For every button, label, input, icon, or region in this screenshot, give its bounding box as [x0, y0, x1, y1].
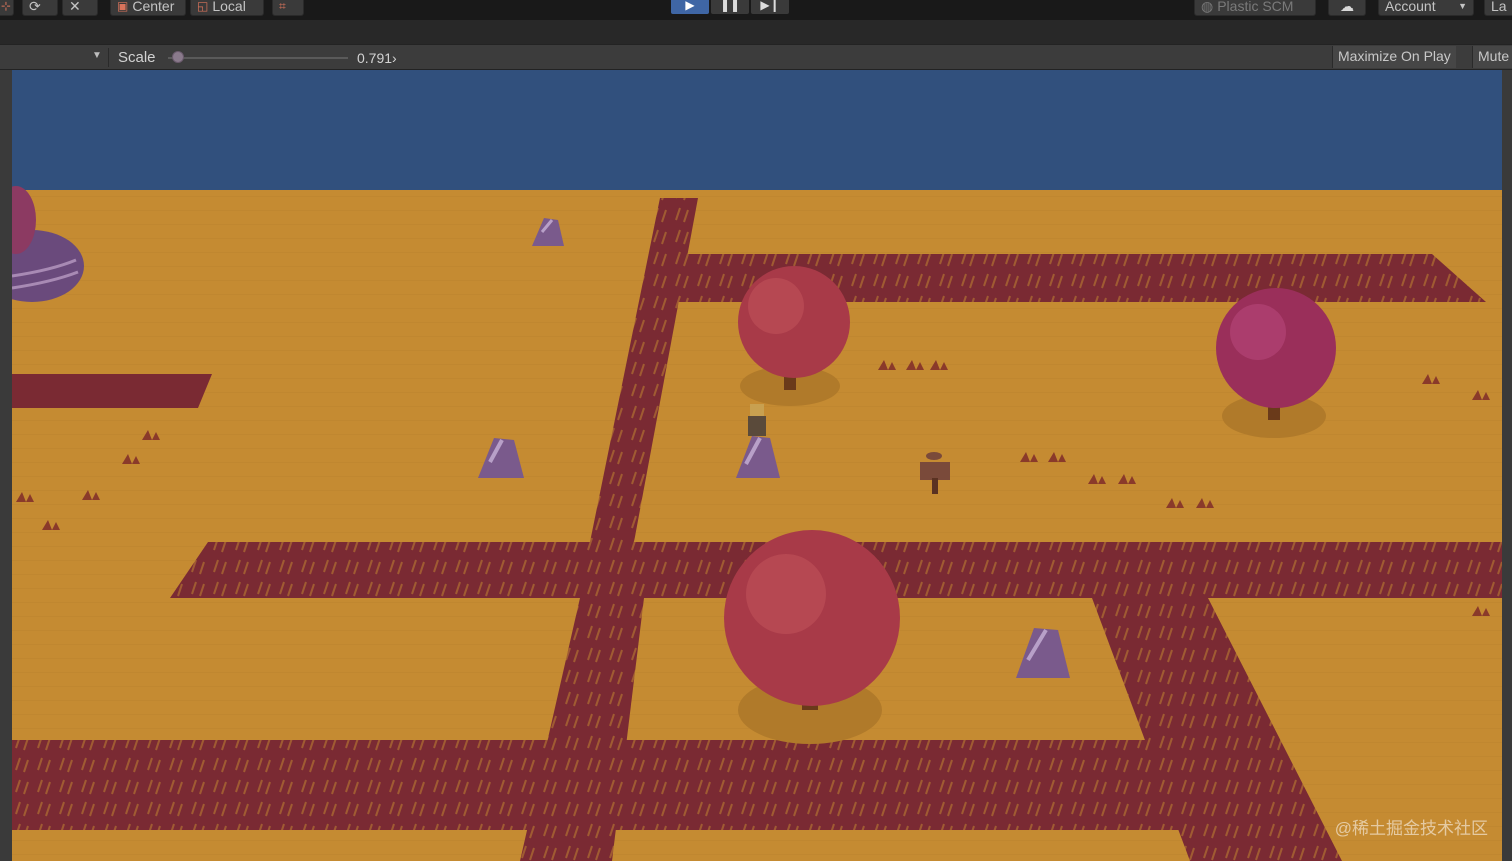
snap-button[interactable]: ⌗: [272, 0, 304, 16]
right-panel-edge: [1502, 70, 1512, 861]
mute-audio-toggle[interactable]: Mute: [1472, 46, 1512, 68]
scale-slider-handle[interactable]: [172, 51, 185, 63]
main-toolbar: ⊹ ⟳ ✕ ▣ Center ◱ Local ⌗ ▶ ❚❚ ▶❙ ◍ Plast…: [0, 0, 1512, 20]
plastic-scm-label: Plastic SCM: [1217, 0, 1294, 14]
snap-grid-icon: ⌗: [279, 0, 286, 13]
tools-icon: ✕: [69, 0, 81, 14]
sky-background: [12, 70, 1502, 192]
local-space-label: Local: [212, 0, 246, 14]
layout-label: La: [1491, 0, 1507, 14]
center-pivot-label: Center: [132, 0, 175, 14]
left-panel-edge: [0, 70, 12, 861]
account-dropdown[interactable]: Account ▼: [1378, 0, 1474, 16]
display-dropdown-icon[interactable]: ▼: [92, 50, 102, 61]
play-icon: ▶: [685, 0, 695, 12]
center-pivot-button[interactable]: ▣ Center: [110, 0, 186, 16]
game-render-view[interactable]: [12, 70, 1502, 861]
pivot-center-icon: ▣: [117, 0, 129, 13]
layout-dropdown[interactable]: La: [1484, 0, 1512, 16]
game-tab-strip: [0, 20, 1512, 44]
toolbar-tool-icon[interactable]: ⊹: [0, 0, 14, 16]
chevron-down-icon: ▼: [1458, 1, 1467, 11]
mute-audio-label: Mute: [1478, 48, 1510, 64]
maximize-on-play-label: Maximize On Play: [1338, 48, 1451, 64]
scale-slider-track[interactable]: [168, 57, 348, 59]
path-left-stub: [12, 374, 212, 408]
step-icon: ▶❙: [760, 0, 780, 12]
watermark-text: @稀土掘金技术社区: [1334, 819, 1488, 838]
rotate-tool-button[interactable]: ⟳: [22, 0, 58, 16]
maximize-on-play-toggle[interactable]: Maximize On Play: [1332, 46, 1456, 68]
player-character: [748, 404, 766, 436]
account-label: Account: [1385, 0, 1436, 14]
pause-icon: ❚❚: [719, 0, 741, 12]
playmode-controls: ▶ ❚❚ ▶❙: [671, 0, 789, 14]
tree: [738, 266, 850, 406]
move-tool-icon: ⊹: [1, 0, 12, 13]
cloud-icon: ☁: [1340, 0, 1354, 14]
toolbar-separator: [108, 48, 109, 67]
tree: [724, 530, 900, 744]
plastic-scm-icon: ◍: [1201, 0, 1214, 14]
pause-button[interactable]: ❚❚: [711, 0, 749, 14]
game-view-toolbar: ▼ Scale 0.791› Maximize On Play Mute: [0, 44, 1512, 70]
rotate-tool-icon: ⟳: [29, 0, 41, 14]
step-button[interactable]: ▶❙: [751, 0, 789, 14]
local-space-button[interactable]: ◱ Local: [190, 0, 264, 16]
scale-value: 0.791›: [357, 50, 397, 66]
custom-tool-button[interactable]: ✕: [62, 0, 98, 16]
path-bottom-horizontal: [12, 740, 1232, 830]
plastic-scm-button[interactable]: ◍ Plastic SCM: [1194, 0, 1316, 16]
tree: [1216, 288, 1336, 438]
play-button[interactable]: ▶: [671, 0, 709, 14]
space-local-icon: ◱: [197, 0, 209, 13]
cloud-button[interactable]: ☁: [1328, 0, 1366, 16]
scale-label: Scale: [118, 49, 156, 66]
